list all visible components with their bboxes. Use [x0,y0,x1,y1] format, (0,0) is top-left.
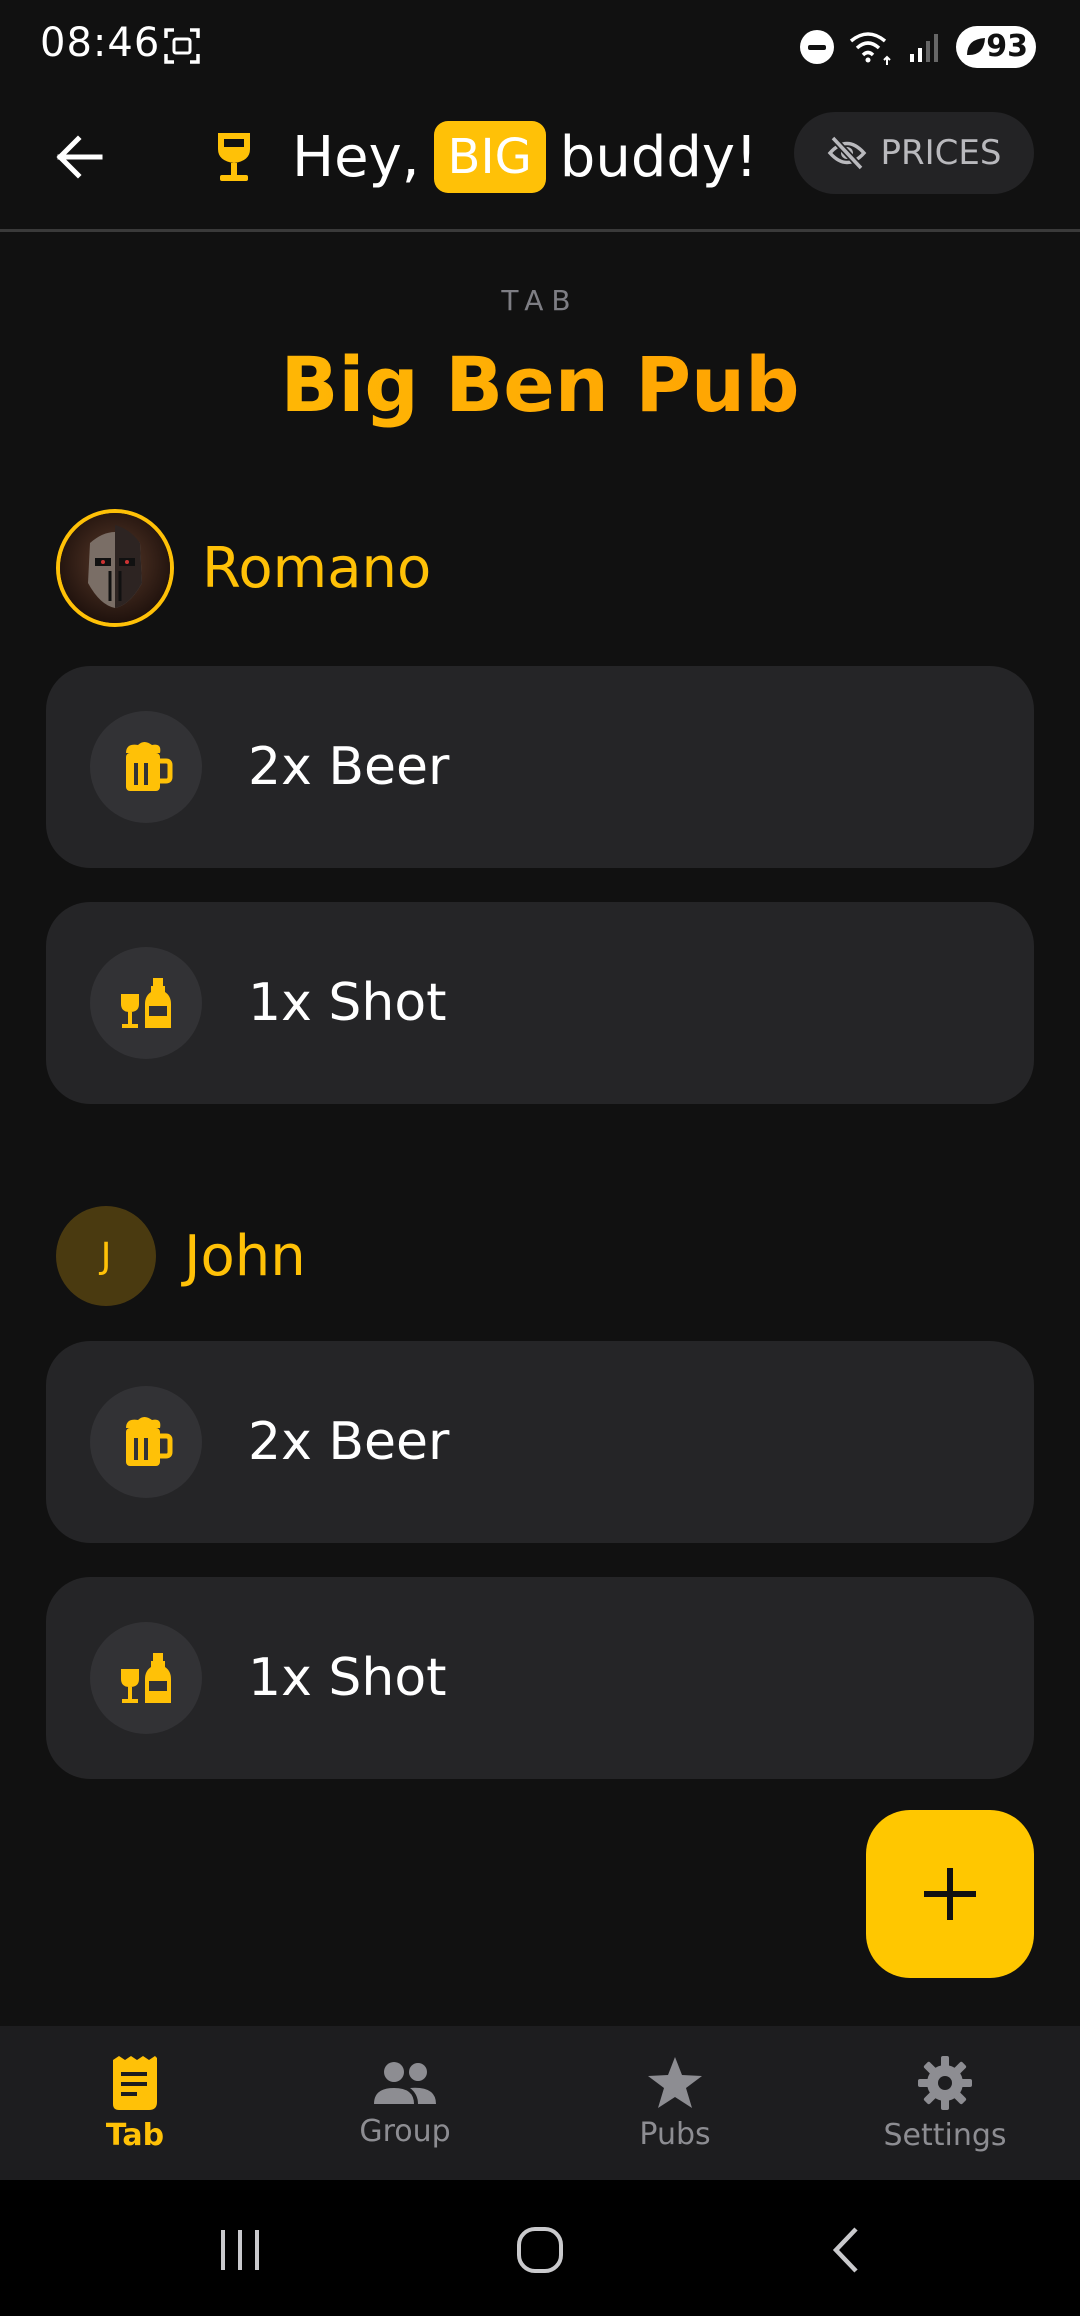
system-back-button[interactable] [806,2210,886,2290]
screenshot-icon [164,28,200,64]
prices-toggle-button[interactable]: PRICES [794,112,1034,194]
arrow-back-icon [56,135,103,179]
person-header: Romano [56,506,431,630]
wifi-icon [849,32,891,65]
big-badge: BIG [433,121,546,193]
item-icon-container [90,1386,202,1498]
item-icon-container [90,1622,202,1734]
do-not-disturb-icon [800,30,834,64]
wine-glass-icon [218,133,250,181]
person-name: Romano [202,535,432,601]
system-navigation-bar [0,2180,1080,2316]
nav-item-pubs[interactable]: Pubs [540,2026,810,2180]
battery-saver-leaf-icon [967,38,985,55]
shot-bottle-icon [121,978,171,1028]
avatar: J [56,1206,156,1306]
home-icon [517,2227,563,2273]
spartan-helmet-avatar-image [60,513,170,623]
receipt-icon [113,2055,157,2110]
item-label: 2x Beer [248,737,450,797]
home-button[interactable] [500,2210,580,2290]
plus-icon [924,1868,976,1920]
nav-item-group[interactable]: Group [270,2026,540,2180]
order-item-card[interactable]: 1x Shot [46,1577,1034,1779]
item-label: 2x Beer [248,1412,450,1472]
item-label: 1x Shot [248,973,447,1033]
signal-icon [910,34,938,62]
nav-label: Group [359,2113,451,2149]
shot-bottle-icon [121,1653,171,1703]
recent-apps-icon [221,2230,259,2270]
add-item-button[interactable] [866,1810,1034,1978]
beer-mug-icon [126,742,173,791]
nav-label: Pubs [639,2116,711,2152]
nav-label: Settings [883,2117,1007,2153]
recent-apps-button[interactable] [200,2210,280,2290]
status-icons: 93 [800,24,1036,70]
greeting-suffix: buddy! [559,124,758,190]
beer-mug-icon [126,1417,173,1466]
person-header: J John [56,1194,306,1318]
nav-item-settings[interactable]: Settings [810,2026,1080,2180]
avatar [56,509,174,627]
app-header: Hey, BIG buddy! PRICES [0,92,1080,232]
battery-indicator: 93 [956,26,1036,68]
tab-caption: TAB [501,284,579,317]
group-icon [374,2061,436,2104]
eye-off-icon [827,136,866,170]
greeting: Hey, BIG buddy! [210,114,758,200]
item-icon-container [90,947,202,1059]
status-bar: 08:46 93 [0,0,1080,92]
nav-item-tab[interactable]: Tab [0,2026,270,2180]
greeting-prefix: Hey, [292,124,420,190]
chevron-left-icon [832,2227,858,2273]
status-time: 08:46 [40,20,161,66]
star-icon [648,2056,702,2108]
bottom-navigation: Tab Group Pubs Settings [0,2026,1080,2180]
order-item-card[interactable]: 2x Beer [46,1341,1034,1543]
order-item-card[interactable]: 1x Shot [46,902,1034,1104]
battery-level: 93 [986,29,1028,64]
pub-name: Big Ben Pub [0,340,1080,429]
item-label: 1x Shot [248,1648,447,1708]
screen: 08:46 93 Hey, BIG buddy! PRICES TAB Big … [0,0,1080,2316]
person-name: John [184,1223,306,1289]
order-item-card[interactable]: 2x Beer [46,666,1034,868]
item-icon-container [90,711,202,823]
gear-icon [918,2055,972,2110]
prices-label: PRICES [880,133,1002,173]
nav-label: Tab [105,2117,165,2153]
back-button[interactable] [44,122,114,192]
